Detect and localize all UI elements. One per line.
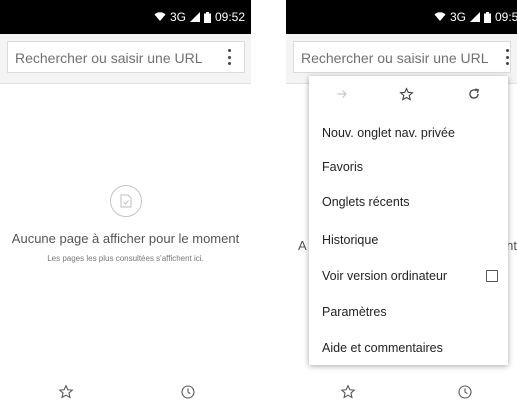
signal-icon bbox=[189, 12, 200, 22]
overflow-menu-button[interactable] bbox=[221, 47, 237, 67]
menu-item-help-feedback[interactable]: Aide et commentaires bbox=[322, 337, 498, 359]
empty-subtitle: Les pages les plus consultées s'affichen… bbox=[47, 254, 204, 263]
dot bbox=[227, 49, 231, 52]
dot bbox=[227, 55, 231, 59]
phone-screen-left: 3G 09:52 Rechercher ou saisir une URL Au… bbox=[0, 0, 251, 401]
battery-icon bbox=[203, 11, 211, 23]
url-placeholder: Rechercher ou saisir une URL bbox=[15, 50, 203, 66]
star-icon[interactable] bbox=[340, 384, 356, 401]
desktop-site-checkbox[interactable] bbox=[486, 270, 498, 282]
network-type: 3G bbox=[169, 10, 186, 24]
dot bbox=[505, 49, 509, 52]
forward-arrow-icon[interactable] bbox=[335, 87, 349, 106]
url-input[interactable]: Rechercher ou saisir une URL bbox=[7, 41, 245, 73]
empty-title: Aucune page à afficher pour le moment bbox=[11, 231, 240, 246]
dot bbox=[505, 55, 509, 59]
menu-item-settings[interactable]: Paramètres bbox=[322, 301, 498, 323]
network-type: 3G bbox=[449, 10, 466, 24]
dot bbox=[227, 62, 231, 65]
status-bar: 3G 09:52 bbox=[286, 0, 517, 34]
empty-title-fragment-left: A bbox=[298, 238, 307, 253]
wifi-icon bbox=[154, 12, 166, 22]
url-input[interactable]: Rechercher ou saisir une URL bbox=[293, 41, 511, 73]
phone-screen-right: 3G 09:52 Rechercher ou saisir une URL A … bbox=[286, 0, 517, 401]
bottom-bar bbox=[286, 384, 517, 401]
bottom-bar bbox=[0, 384, 251, 401]
wifi-icon bbox=[434, 12, 446, 22]
clock-time: 09:52 bbox=[494, 10, 517, 24]
menu-item-recent-tabs[interactable]: Onglets récents bbox=[322, 191, 498, 213]
document-icon bbox=[109, 185, 142, 217]
menu-item-label: Voir version ordinateur bbox=[322, 269, 448, 283]
clock-time: 09:52 bbox=[214, 10, 245, 24]
menu-icon-row bbox=[309, 83, 508, 107]
star-icon[interactable] bbox=[399, 87, 414, 107]
star-icon[interactable] bbox=[58, 384, 74, 401]
empty-state: Aucune page à afficher pour le moment Le… bbox=[0, 185, 251, 263]
menu-item-label: Nouv. onglet nav. privée bbox=[322, 126, 455, 140]
dot bbox=[505, 62, 509, 65]
menu-item-incognito[interactable]: Nouv. onglet nav. privée bbox=[322, 122, 498, 144]
overflow-menu: Nouv. onglet nav. privée Favoris Onglets… bbox=[309, 76, 508, 365]
url-placeholder: Rechercher ou saisir une URL bbox=[301, 50, 489, 66]
status-bar: 3G 09:52 bbox=[0, 0, 251, 34]
history-clock-icon[interactable] bbox=[180, 384, 196, 401]
menu-item-label: Aide et commentaires bbox=[322, 341, 443, 355]
history-clock-icon[interactable] bbox=[457, 384, 473, 401]
signal-icon bbox=[469, 12, 480, 22]
reload-icon[interactable] bbox=[467, 87, 481, 106]
overflow-menu-button[interactable] bbox=[499, 47, 515, 67]
menu-item-label: Onglets récents bbox=[322, 195, 410, 209]
toolbar: Rechercher ou saisir une URL bbox=[0, 34, 251, 84]
menu-item-label: Paramètres bbox=[322, 305, 387, 319]
menu-item-label: Historique bbox=[322, 233, 379, 247]
menu-item-label: Favoris bbox=[322, 160, 363, 174]
menu-item-bookmarks[interactable]: Favoris bbox=[322, 156, 498, 178]
menu-item-history[interactable]: Historique bbox=[322, 229, 498, 251]
battery-icon bbox=[483, 11, 491, 23]
menu-item-desktop-site[interactable]: Voir version ordinateur bbox=[322, 265, 498, 287]
